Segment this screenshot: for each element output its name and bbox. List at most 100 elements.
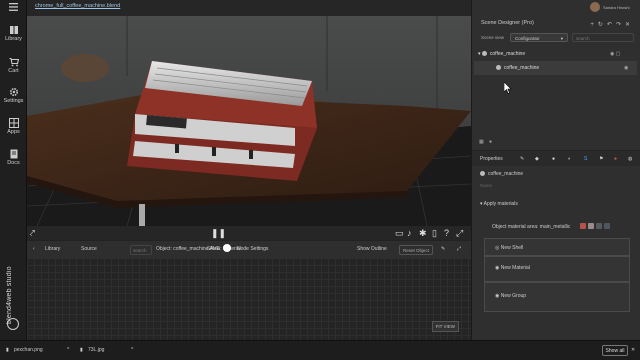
download-item[interactable]: pexchan.png <box>14 347 43 353</box>
help-icon[interactable]: ? <box>444 228 449 238</box>
file-tab-bar: chrome_full_coffee_machine.blend <box>27 0 471 16</box>
scene-view-label: Scene view <box>481 35 505 40</box>
sidebar-item-docs[interactable]: Docs <box>0 149 27 166</box>
show-all-button[interactable]: Show all <box>602 345 628 356</box>
fit-view-button[interactable]: FIT VIEW <box>431 321 459 332</box>
share-icon[interactable]: ⤤ <box>30 228 35 239</box>
properties-tabs: Properties ✎ ◆ ● ◐ S ⚑ ● ◍ <box>472 150 640 166</box>
scene-designer-panel: Sandra Hiroshi Scene Designer (Pro) +↻↶↷… <box>471 0 640 340</box>
shader-tab-icon[interactable]: S <box>584 156 587 162</box>
object-tab-icon[interactable]: ◆ <box>535 156 539 162</box>
visibility-icon[interactable]: ◉ <box>624 65 628 71</box>
render-tab-icon[interactable]: ⚑ <box>599 156 603 162</box>
material-swatch[interactable] <box>596 223 602 229</box>
panel-toolbar: +↻↶↷✕ <box>590 21 634 28</box>
object-icon <box>481 51 487 56</box>
screen-icon[interactable]: ▭ <box>395 228 404 239</box>
chevron-down-icon: ▾ <box>478 51 481 57</box>
save-button[interactable]: SAVE <box>207 246 220 252</box>
material-swatch[interactable] <box>588 223 594 229</box>
close-icon[interactable]: ✕ <box>631 347 635 353</box>
gear-icon <box>9 87 18 97</box>
library-search-input[interactable]: search <box>130 245 152 255</box>
panel-search-input[interactable]: search <box>572 33 634 42</box>
file-tab[interactable]: chrome_full_coffee_machine.blend <box>35 3 120 9</box>
table-leg <box>139 204 145 226</box>
close-icon[interactable]: ✕ <box>625 22 634 28</box>
avatar <box>590 2 600 12</box>
selected-object: coffee_machine <box>480 171 523 177</box>
chevron-left-icon[interactable]: ‹ <box>33 246 35 252</box>
cart-icon <box>9 57 19 67</box>
docs-icon <box>10 149 17 159</box>
gear-icon[interactable]: ✱ <box>419 228 427 239</box>
undo-icon[interactable]: ↶ <box>607 22 616 28</box>
redo-icon[interactable]: ↷ <box>616 22 625 28</box>
mouse-cursor-icon <box>504 82 512 94</box>
volume-icon[interactable]: ♪ <box>407 228 412 238</box>
library-icon <box>9 26 18 34</box>
material-swatch[interactable] <box>580 223 586 229</box>
add-icon[interactable]: + <box>590 22 598 28</box>
radio-icon: ◉ <box>495 265 500 271</box>
apply-materials-section[interactable]: ▾ Apply materials <box>480 201 518 207</box>
cube-icon[interactable]: ▦ <box>479 139 484 145</box>
expand-icon[interactable]: ⤢ <box>457 246 461 252</box>
new-shell-card[interactable]: ◎ New Shell <box>484 238 630 256</box>
new-group-card[interactable]: ◉ New Group <box>484 282 630 312</box>
apps-grid-icon <box>8 118 19 128</box>
pause-icon[interactable]: ❚❚ <box>211 228 226 239</box>
visibility-icon[interactable]: ◉ ▢ <box>610 51 620 57</box>
sidebar-item-settings[interactable]: Settings <box>0 87 27 104</box>
sphere-icon[interactable]: ● <box>489 139 492 145</box>
download-item[interactable]: 73L.jpg <box>88 347 104 353</box>
tab-library[interactable]: Library <box>45 246 60 252</box>
scene-view-select[interactable]: Configurator ▾ <box>510 33 568 42</box>
new-material-label: New Material <box>500 265 530 271</box>
world-tab-icon[interactable]: ◍ <box>628 156 632 162</box>
tree-item-child[interactable]: coffee_machine ◉ <box>474 61 637 75</box>
sidebar-item-label: Settings <box>3 98 24 104</box>
texture-tab-icon[interactable]: ◐ <box>568 156 571 162</box>
sidebar-item-cart[interactable]: Cart <box>0 57 27 74</box>
viewport-controls: ⤤ ❚❚ ▭ ♪ ✱ ▯ ? ⤢ <box>27 226 471 240</box>
fullscreen-icon[interactable]: ⤢ <box>456 228 463 239</box>
object-icon <box>496 65 501 70</box>
tree-item-label: coffee_machine <box>504 65 540 71</box>
node-settings-toggle[interactable] <box>223 244 231 252</box>
lock-icon[interactable]: ▯ <box>432 228 437 239</box>
chevron-up-icon[interactable]: ^ <box>67 347 69 353</box>
sidebar-item-label: Cart <box>8 68 19 74</box>
node-editor-grid[interactable]: FIT VIEW <box>27 258 471 340</box>
brand-logo-icon <box>7 318 19 330</box>
3d-viewport[interactable] <box>27 16 471 226</box>
user-profile[interactable]: Sandra Hiroshi <box>590 2 636 13</box>
new-material-card[interactable]: ◉ New Material <box>484 256 630 282</box>
sidebar-item-apps[interactable]: Apps <box>0 118 27 135</box>
refresh-icon[interactable]: ↻ <box>598 22 607 28</box>
name-input[interactable]: Name <box>480 183 492 188</box>
edit-icon[interactable]: ✎ <box>441 246 445 252</box>
selected-object-name: coffee_machine <box>488 171 524 177</box>
tree-item-parent[interactable]: ▾ coffee_machine <box>478 51 525 57</box>
sidebar-item-label: Apps <box>7 129 20 135</box>
chevron-up-icon[interactable]: ^ <box>131 347 133 353</box>
physics-tab-icon[interactable]: ● <box>614 156 617 162</box>
material-swatch[interactable] <box>604 223 610 229</box>
scene-view-value: Configurator <box>515 35 540 41</box>
tab-properties[interactable]: Properties <box>480 156 503 162</box>
coffee-machine-model <box>127 61 317 181</box>
reset-object-button[interactable]: Reset Object <box>399 245 434 255</box>
object-icon <box>480 171 485 176</box>
sidebar-item-menu[interactable] <box>0 3 27 12</box>
material-tab-icon[interactable]: ● <box>552 156 555 162</box>
show-outline-label[interactable]: Show Outline <box>357 246 387 252</box>
library-bar: ‹ Library Source search Object: coffee_m… <box>27 240 471 258</box>
downloads-bar: ▮ pexchan.png ^ ▮ 73L.jpg ^ Show all ✕ <box>0 340 640 360</box>
node-settings-label: Node Settings <box>237 246 269 252</box>
sidebar-item-library[interactable]: Library <box>0 25 27 42</box>
tab-source[interactable]: Source <box>81 246 97 252</box>
sidebar-item-label: Library <box>5 36 22 42</box>
wrench-icon[interactable]: ✎ <box>520 156 524 162</box>
scene-render <box>27 16 471 226</box>
